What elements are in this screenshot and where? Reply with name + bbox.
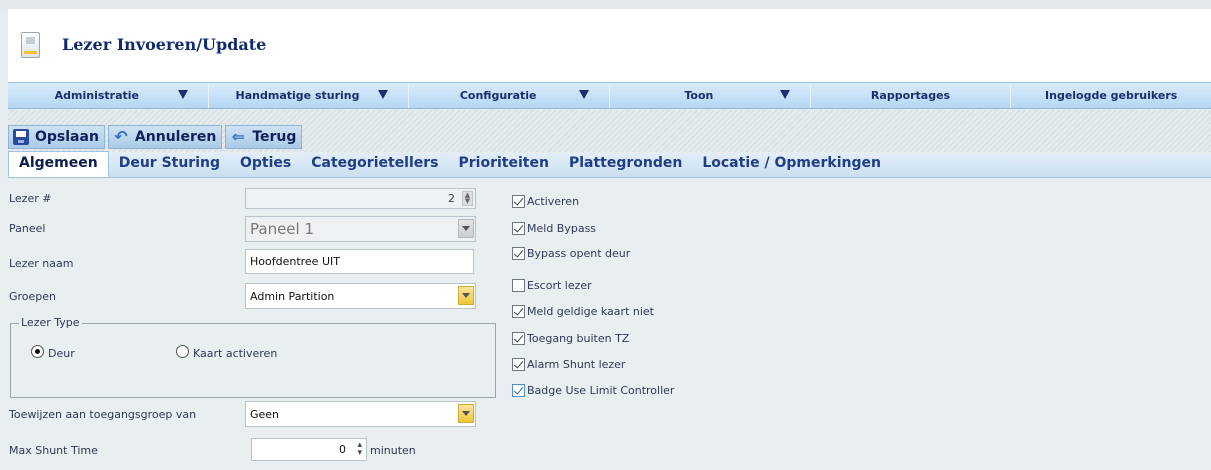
- menu-handmatige-sturing[interactable]: Handmatige sturing: [209, 83, 410, 108]
- checkbox-meld-geldige-kaart-niet[interactable]: Meld geldige kaart niet: [512, 302, 654, 318]
- radio-deur-label: Deur: [48, 347, 75, 360]
- checkbox-icon[interactable]: [512, 247, 525, 260]
- back-button[interactable]: ⇐ Terug: [225, 125, 303, 149]
- checkbox-meld-bypass[interactable]: Meld Bypass: [512, 219, 596, 235]
- radio-deur[interactable]: [31, 345, 44, 358]
- lezer-type-legend: Lezer Type: [19, 316, 82, 329]
- checkbox-icon[interactable]: [512, 332, 525, 345]
- checkbox-icon[interactable]: [512, 222, 525, 235]
- radio-kaart-activeren-label: Kaart activeren: [193, 347, 278, 360]
- tab-categorietellers[interactable]: Categorietellers: [301, 152, 448, 177]
- checkbox-badge-use-limit-controller[interactable]: Badge Use Limit Controller: [512, 381, 674, 397]
- checkbox-icon[interactable]: [512, 305, 525, 318]
- menu-administratie[interactable]: Administratie: [8, 83, 209, 108]
- checkbox-bypass-opent-deur[interactable]: Bypass opent deur: [512, 244, 630, 260]
- page-title: Lezer Invoeren/Update: [62, 35, 267, 54]
- menu-toon[interactable]: Toon: [610, 83, 811, 108]
- groepen-select[interactable]: Admin Partition: [245, 283, 476, 309]
- checkbox-toegang-buiten-tz[interactable]: Toegang buiten TZ: [512, 329, 629, 345]
- spinner-icon[interactable]: ▲ ▼: [462, 191, 473, 206]
- tab-locatie-opmerkingen[interactable]: Locatie / Opmerkingen: [692, 152, 891, 177]
- menu-configuratie[interactable]: Configuratie: [409, 83, 611, 108]
- checkbox-icon[interactable]: [512, 195, 525, 208]
- toewijzen-select[interactable]: Geen: [245, 401, 476, 427]
- tab-deur-sturing[interactable]: Deur Sturing: [109, 152, 230, 177]
- tab-bar: Algemeen Deur Sturing Opties Categoriete…: [8, 151, 1211, 178]
- chevron-down-icon[interactable]: [458, 404, 474, 423]
- tab-opties[interactable]: Opties: [230, 152, 301, 177]
- chevron-down-icon[interactable]: [458, 286, 474, 305]
- spinner-icon[interactable]: ▴ ▾: [357, 441, 362, 458]
- toewijzen-label: Toewijzen aan toegangsgroep van: [9, 408, 197, 421]
- tab-plattegronden[interactable]: Plattegronden: [559, 152, 692, 177]
- action-toolbar: Opslaan ↶ Annuleren ⇐ Terug: [8, 125, 303, 149]
- max-shunt-unit: minuten: [370, 444, 416, 457]
- menu-rapportages[interactable]: Rapportages: [811, 83, 1012, 108]
- lezer-type-group: Lezer Type Deur Kaart activeren: [10, 316, 496, 398]
- main-menu: Administratie Handmatige sturing Configu…: [8, 82, 1211, 109]
- lezer-naam-input[interactable]: Hoofdentree UIT: [245, 249, 474, 274]
- dropdown-arrow-icon: [579, 90, 590, 99]
- top-strip: [0, 0, 1211, 9]
- checkbox-icon[interactable]: [512, 384, 525, 397]
- form-panel: Lezer # 2 ▲ ▼ Paneel Paneel 1 Lezer naam …: [0, 179, 1211, 470]
- undo-icon: ↶: [114, 127, 128, 146]
- checkbox-icon[interactable]: [512, 358, 525, 371]
- cancel-button[interactable]: ↶ Annuleren: [107, 125, 223, 149]
- tab-algemeen[interactable]: Algemeen: [8, 151, 109, 177]
- page-header: Lezer Invoeren/Update: [8, 9, 1211, 82]
- dropdown-arrow-icon: [779, 90, 790, 99]
- tab-prioriteiten[interactable]: Prioriteiten: [449, 152, 559, 177]
- dropdown-arrow-icon: [378, 90, 389, 99]
- radio-kaart-activeren[interactable]: [176, 345, 189, 358]
- max-shunt-input[interactable]: 0 ▴ ▾: [251, 438, 367, 461]
- checkbox-icon[interactable]: [512, 279, 525, 292]
- checkbox-activeren[interactable]: Activeren: [512, 192, 579, 208]
- paneel-label: Paneel: [9, 222, 46, 235]
- lezer-nr-label: Lezer #: [9, 192, 52, 205]
- save-button[interactable]: Opslaan: [8, 125, 105, 149]
- lezer-nr-field[interactable]: 2 ▲ ▼: [245, 188, 476, 209]
- back-arrow-icon: ⇐: [231, 127, 246, 146]
- floppy-disk-icon: [13, 129, 29, 145]
- groepen-label: Groepen: [9, 290, 57, 303]
- lezer-naam-label: Lezer naam: [9, 257, 74, 270]
- paneel-select[interactable]: Paneel 1: [245, 216, 476, 242]
- document-icon: [21, 32, 40, 58]
- checkbox-alarm-shunt-lezer[interactable]: Alarm Shunt lezer: [512, 355, 625, 371]
- menu-ingelogde-gebruikers[interactable]: Ingelogde gebruikers: [1011, 83, 1211, 108]
- checkbox-escort-lezer[interactable]: Escort lezer: [512, 276, 592, 292]
- max-shunt-label: Max Shunt Time: [9, 444, 98, 457]
- chevron-down-icon[interactable]: [458, 219, 474, 238]
- dropdown-arrow-icon: [177, 90, 188, 99]
